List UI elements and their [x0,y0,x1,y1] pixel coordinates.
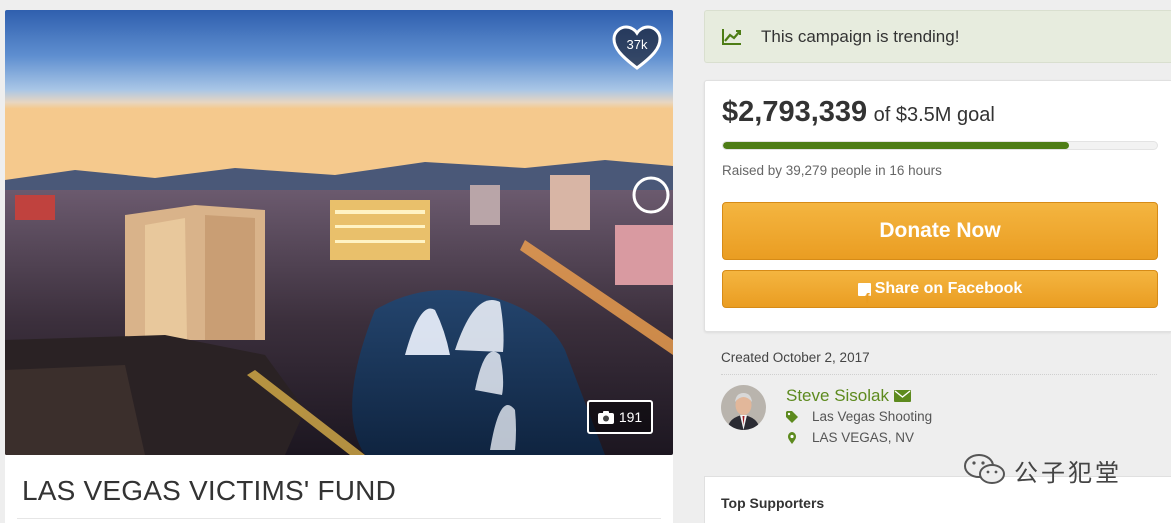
avatar-photo [721,385,766,430]
trending-banner: This campaign is trending! [704,10,1171,63]
wechat-logo-icon [964,454,1005,484]
progress-bar [722,141,1158,150]
watermark-text: 公子犯堂 [1014,459,1122,487]
divider [721,374,1157,375]
raised-summary: Raised by 39,279 people in 16 hours [722,163,942,178]
donate-now-button[interactable]: Donate Now [722,202,1158,260]
goal-amount: of $3.5M goal [873,104,995,126]
location-label: LAS VEGAS, NV [812,430,915,445]
share-facebook-button[interactable]: Share on Facebook [722,270,1158,316]
envelope-icon[interactable] [894,390,911,402]
top-supporters-heading: Top Supporters [721,495,825,511]
photo-count-label: 191 [618,409,643,425]
category-label: Las Vegas Shooting [812,409,933,424]
campaign-category[interactable]: Las Vegas Shooting [786,409,932,424]
campaign-title: LAS VEGAS VICTIMS' FUND [22,475,397,506]
campaign-hero-image[interactable]: 37k 191 [5,10,673,455]
map-pin-icon [788,431,796,444]
camera-icon [597,410,614,424]
campaign-location: LAS VEGAS, NV [786,430,914,445]
share-facebook-label: Share on Facebook [874,280,1023,297]
trending-text: This campaign is trending! [761,26,960,46]
like-count: 37k [626,37,648,52]
photo-gallery-button[interactable]: 191 [587,400,653,434]
created-date: Created October 2, 2017 [721,350,870,365]
amount-raised: $2,793,339 of $3.5M goal [722,96,995,129]
campaign-title-card: LAS VEGAS VICTIMS' FUND [5,455,673,523]
donation-card: $2,793,339 of $3.5M goal Raised by 39,27… [704,80,1171,332]
organizer-name-link[interactable]: Steve Sisolak [786,386,911,406]
organizer-avatar[interactable] [721,385,766,430]
organizer-name: Steve Sisolak [786,386,889,405]
progress-fill [723,142,1070,149]
raised-amount: $2,793,339 [722,96,868,128]
las-vegas-strip-photo [5,10,673,455]
watermark: 公子犯堂 [962,452,1122,488]
facebook-icon [857,280,871,316]
divider [17,518,661,519]
tag-icon [786,410,798,423]
heart-like-button[interactable]: 37k [611,24,663,72]
trend-chart-icon [722,29,741,45]
